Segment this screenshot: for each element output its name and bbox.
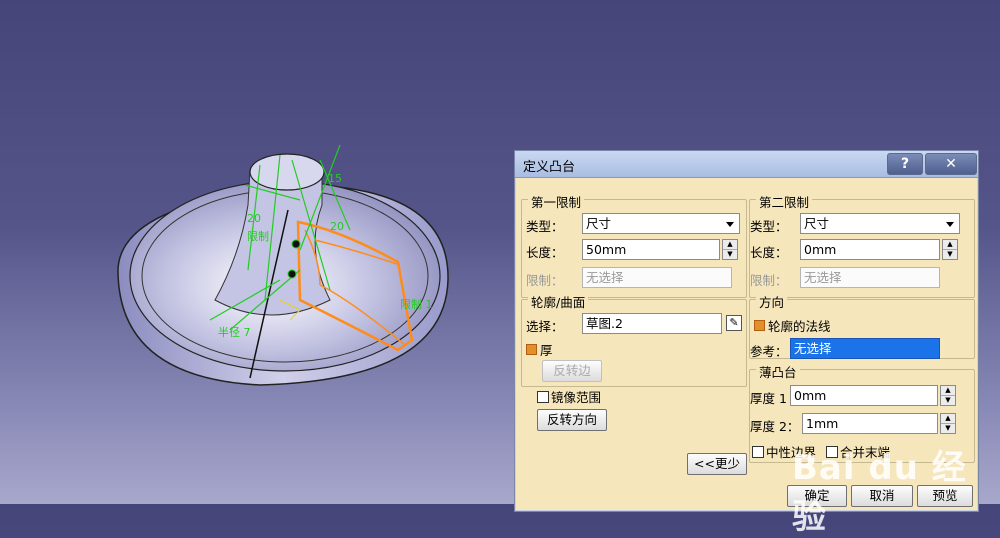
dialog-titlebar[interactable]: 定义凸台 ? ✕: [515, 151, 978, 178]
length-label: 长度：: [750, 245, 788, 260]
help-button[interactable]: ?: [887, 153, 923, 175]
limit-label: 限制：: [526, 273, 564, 288]
second-limit-group: 第二限制 类型： 尺寸 长度： 0mm ▲ ▼ 限制： 无选择: [749, 192, 975, 298]
first-limit-type-select[interactable]: 尺寸: [582, 213, 740, 234]
reference-field[interactable]: 无选择: [790, 338, 940, 359]
direction-group: 方向 轮廓的法线 参考： 无选择: [749, 292, 975, 359]
length-spinner[interactable]: ▲ ▼: [942, 239, 958, 260]
neutral-checkbox[interactable]: [752, 446, 764, 458]
sketch-edit-icon[interactable]: ✎: [726, 315, 742, 331]
second-limit-limit-field[interactable]: 无选择: [800, 267, 940, 288]
length-spinner[interactable]: ▲ ▼: [722, 239, 738, 260]
profile-normal-checkbox[interactable]: [754, 320, 765, 331]
dim-tag: 20: [247, 212, 261, 225]
thickness2-input[interactable]: 1mm: [802, 413, 938, 434]
less-button[interactable]: <<更少: [687, 453, 747, 475]
close-button[interactable]: ✕: [925, 153, 977, 175]
thickness1-spinner[interactable]: ▲ ▼: [940, 385, 956, 406]
first-limit-length-input[interactable]: 50mm: [582, 239, 720, 260]
first-limit-group: 第一限制 类型： 尺寸 长度： 50mm ▲ ▼ 限制： 无选择: [521, 192, 747, 298]
type-value: 尺寸: [804, 216, 830, 231]
thickness1-input[interactable]: 0mm: [790, 385, 938, 406]
limit-tag: 限制: [247, 230, 269, 243]
profile-normal-label: 轮廓的法线: [768, 319, 831, 334]
chevron-down-icon: [726, 222, 734, 227]
mirror-checkbox[interactable]: [537, 391, 549, 403]
limit1-tag: 限制 1: [400, 298, 433, 311]
direction-title: 方向: [756, 292, 788, 311]
thickness2-label: 厚度 2：: [750, 419, 800, 434]
dim-tag-2: 15: [328, 172, 342, 185]
baidu-watermark: Bai du 经验: [792, 448, 967, 537]
dim-tag-3: 20: [330, 220, 344, 233]
second-limit-type-select[interactable]: 尺寸: [800, 213, 960, 234]
top-boss: [249, 153, 325, 191]
thick-label: 厚: [540, 343, 553, 358]
dialog-title: 定义凸台: [523, 160, 576, 175]
length-label: 长度：: [526, 245, 564, 260]
thick-checkbox[interactable]: [526, 344, 537, 355]
thickness2-spinner[interactable]: ▲ ▼: [940, 413, 956, 434]
ref-label: 参考：: [750, 344, 788, 359]
first-limit-title: 第一限制: [528, 192, 585, 211]
limit-label: 限制：: [750, 273, 788, 288]
type-label: 类型：: [750, 219, 788, 234]
second-limit-title: 第二限制: [756, 192, 813, 211]
thickness1-label: 厚度 1: [750, 391, 787, 406]
profile-select-field[interactable]: 草图.2: [582, 313, 722, 334]
profile-title: 轮廓/曲面: [528, 292, 589, 311]
radius-tag: 半径 7: [218, 325, 251, 339]
first-limit-limit-field[interactable]: 无选择: [582, 267, 732, 288]
mirror-label: 镜像范围: [551, 390, 602, 405]
profile-group: 轮廓/曲面 选择： 草图.2 ✎ 厚 反转边: [521, 292, 747, 387]
second-limit-length-input[interactable]: 0mm: [800, 239, 940, 260]
thin-pad-title: 薄凸台: [756, 362, 800, 381]
select-label: 选择：: [526, 319, 564, 334]
reverse-direction-button[interactable]: 反转方向: [537, 409, 607, 431]
type-label: 类型：: [526, 219, 564, 234]
reverse-side-button[interactable]: 反转边: [542, 360, 602, 382]
chevron-down-icon: [946, 222, 954, 227]
type-value: 尺寸: [586, 216, 612, 231]
